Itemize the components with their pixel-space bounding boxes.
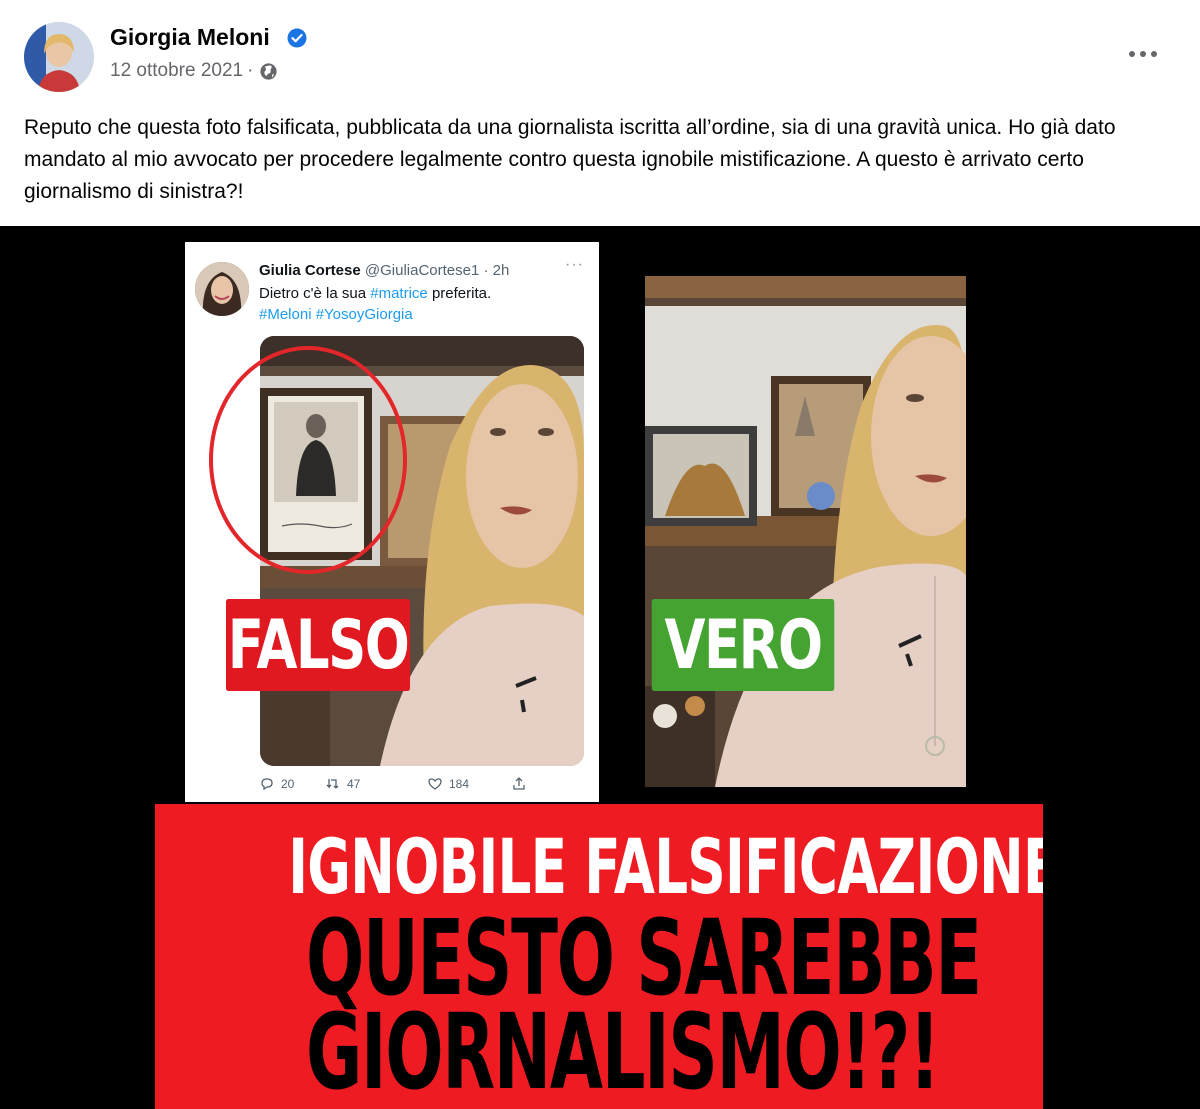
- heart-icon: [428, 778, 442, 790]
- globe-icon[interactable]: [259, 62, 278, 81]
- verified-badge-icon: [287, 28, 307, 48]
- post-meta: 12 ottobre 2021 ·: [110, 60, 278, 82]
- retweet-icon: [326, 779, 339, 789]
- vero-label: VERO: [651, 599, 835, 691]
- banner-line-3: GIORNALISMO!?!: [305, 991, 940, 1109]
- share-icon: [513, 777, 525, 790]
- reply-icon: [261, 778, 273, 791]
- tweet-hashtags: #Meloni #YosoyGiorgia: [259, 306, 413, 323]
- meta-separator: ·: [247, 60, 254, 81]
- more-options-button[interactable]: [1116, 34, 1170, 74]
- like-count: 184: [449, 777, 470, 791]
- post-date[interactable]: 12 ottobre 2021: [110, 60, 243, 82]
- tweet-author-name: Giulia Cortese: [259, 262, 361, 279]
- author-avatar[interactable]: [24, 22, 94, 92]
- tweet-share: [511, 776, 527, 792]
- tweet-text-prefix: Dietro c'è la sua: [259, 285, 371, 302]
- tweet-like: 184: [427, 776, 469, 792]
- post-text: Reputo che questa foto falsificata, pubb…: [24, 116, 1116, 203]
- tweet-text-line1: Dietro c'è la sua #matrice preferita.: [259, 285, 491, 302]
- tweet-more-icon: ···: [565, 256, 584, 273]
- retweet-count: 47: [347, 777, 361, 791]
- tweet-reply: 20: [259, 776, 294, 792]
- reply-count: 20: [281, 777, 295, 791]
- tweet-text-suffix: preferita.: [427, 285, 492, 302]
- falso-label: FALSO: [225, 599, 411, 691]
- post-header: Giorgia Meloni 12 ottobre 2021 · Reputo …: [0, 0, 1200, 226]
- tweet-hashtag: #matrice: [370, 285, 428, 302]
- original-photo: [645, 276, 966, 787]
- highlight-circle: [209, 346, 407, 574]
- tweet-author: Giulia Cortese @GiuliaCortese1 · 2h: [259, 262, 509, 279]
- headline-banner: IGNOBILE FALSIFICAZIONE QUESTO SAREBBE G…: [155, 804, 1043, 1109]
- post-image[interactable]: Giulia Cortese @GiuliaCortese1 · 2h ··· …: [0, 226, 1200, 1109]
- more-options-icon: [1129, 51, 1157, 57]
- tweet-handle: @GiuliaCortese1 · 2h: [364, 262, 510, 279]
- tweet-avatar: [195, 262, 249, 316]
- author-name[interactable]: Giorgia Meloni: [110, 24, 270, 51]
- tweet-retweet: 47: [325, 776, 360, 792]
- tweet-actions: 20 47 184: [259, 776, 559, 796]
